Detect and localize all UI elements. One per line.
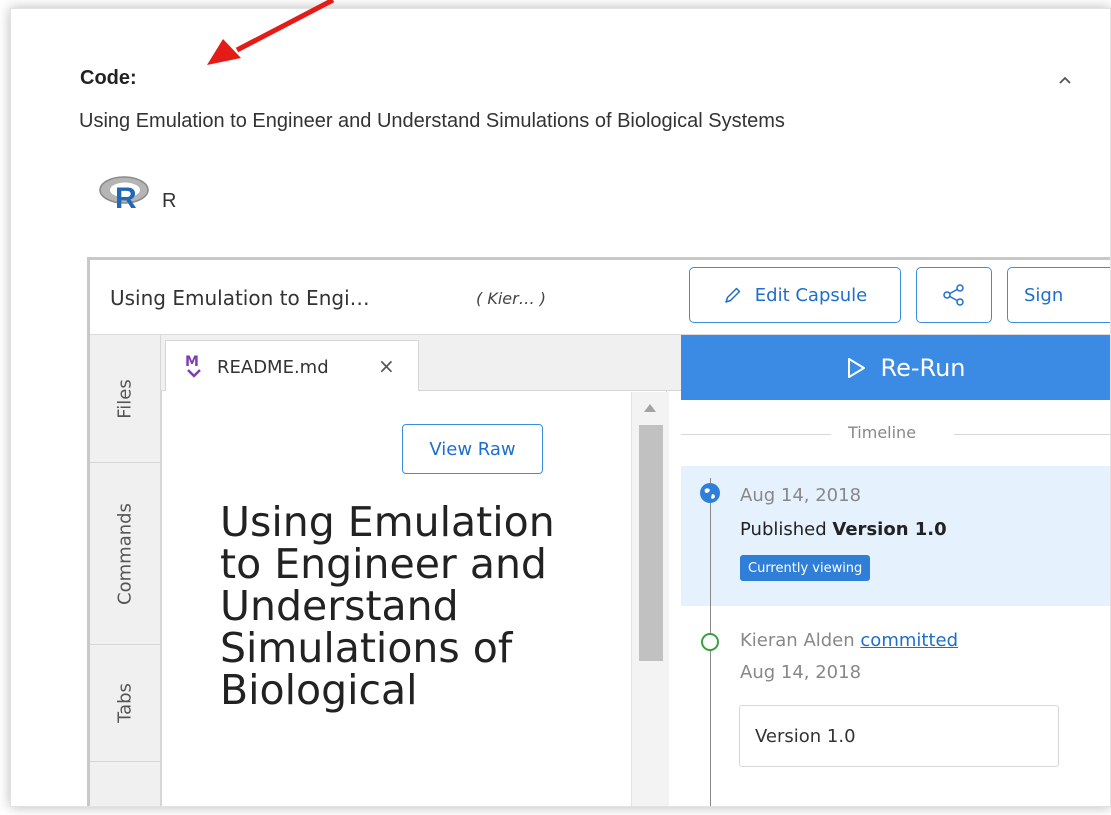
rerun-button[interactable]: Re-Run: [681, 335, 1110, 400]
tab-tabs-label: Tabs: [114, 683, 136, 723]
markdown-icon: M: [185, 354, 201, 378]
capsule-author: ( Kier… ): [476, 289, 547, 308]
committed-link[interactable]: committed: [860, 630, 958, 651]
scrollbar-thumb[interactable]: [639, 425, 663, 661]
svg-text:M: M: [185, 354, 199, 370]
side-tabs: Files Commands Tabs: [90, 335, 161, 806]
edit-capsule-label: Edit Capsule: [754, 284, 868, 306]
timeline-label: Timeline: [848, 423, 917, 442]
svg-text:R: R: [115, 182, 137, 211]
sign-label: Sign: [1024, 284, 1064, 306]
code-section-card: Code: Using Emulation to Engineer and Un…: [10, 8, 1111, 807]
edit-capsule-button[interactable]: Edit Capsule: [689, 267, 901, 323]
close-tab-icon[interactable]: ×: [378, 354, 395, 378]
view-raw-button[interactable]: View Raw: [402, 424, 543, 474]
code-title: Using Emulation to Engineer and Understa…: [79, 110, 785, 132]
tab-files-label: Files: [114, 378, 136, 419]
readme-heading: Using Emulation to Engineer and Understa…: [220, 498, 555, 714]
commit-message-box: Version 1.0: [739, 705, 1059, 767]
timeline-divider-left: [681, 434, 831, 435]
chevron-up-icon[interactable]: [1054, 69, 1076, 91]
published-date: Aug 14, 2018: [740, 485, 862, 506]
timeline-panel: Re-Run Timeline Aug 14, 2018 Published V…: [681, 335, 1110, 806]
tab-files[interactable]: Files: [90, 335, 160, 463]
published-version: Version 1.0: [832, 519, 947, 540]
r-logo-icon: R: [99, 176, 149, 211]
globe-icon: [700, 483, 720, 503]
sign-button[interactable]: Sign: [1007, 267, 1110, 323]
code-heading: Code:: [80, 67, 137, 89]
tab-tabs[interactable]: Tabs: [90, 645, 160, 762]
share-icon: [943, 284, 964, 306]
file-tab-label: README.md: [217, 357, 329, 378]
commit-author-line: Kieran Alden committed: [740, 630, 958, 651]
timeline-divider-right: [954, 434, 1110, 435]
published-prefix: Published: [740, 519, 827, 540]
capsule-panel: Using Emulation to Engi… ( Kier… ) Edit …: [87, 257, 1110, 806]
pencil-icon: [725, 287, 741, 303]
commit-date: Aug 14, 2018: [740, 662, 862, 683]
language-label: R: [162, 190, 177, 212]
commit-author: Kieran Alden: [740, 630, 855, 651]
rerun-label: Re-Run: [880, 353, 966, 382]
commit-dot-icon: [701, 633, 719, 651]
readme-file-tab[interactable]: M README.md ×: [165, 340, 419, 391]
capsule-title: Using Emulation to Engi…: [110, 286, 370, 310]
editor-scrollbar[interactable]: [631, 392, 669, 806]
red-arrow-icon: [207, 0, 335, 65]
published-text: Published Version 1.0: [740, 519, 947, 540]
currently-viewing-badge: Currently viewing: [740, 555, 871, 581]
tab-commands-label: Commands: [114, 502, 136, 605]
capsule-header: Using Emulation to Engi… ( Kier… ) Edit …: [90, 260, 1110, 335]
editor-tab-bar: M README.md ×: [161, 335, 681, 391]
play-icon: [848, 357, 866, 378]
share-button[interactable]: [916, 267, 992, 323]
readme-preview: View Raw Using Emulation to Engineer and…: [161, 391, 667, 806]
scroll-up-arrow-icon[interactable]: [644, 404, 656, 412]
tab-commands[interactable]: Commands: [90, 463, 160, 645]
